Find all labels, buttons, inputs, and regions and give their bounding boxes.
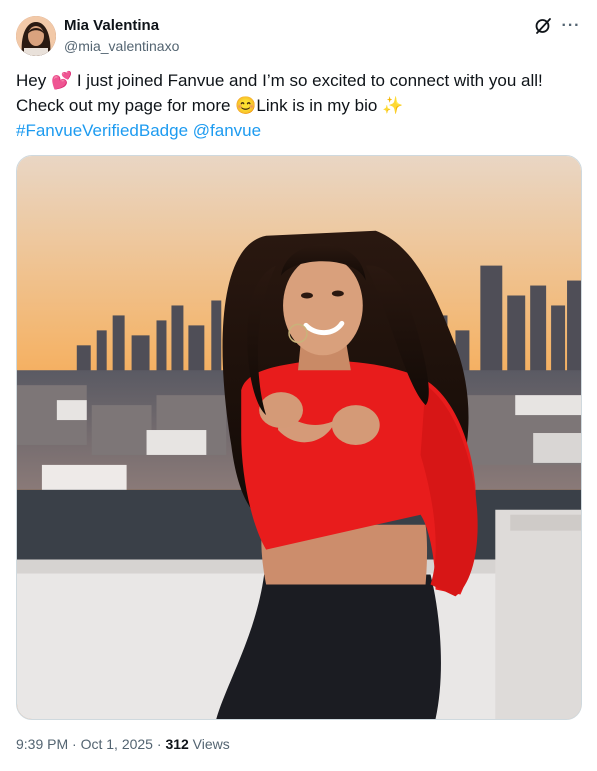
post-text-segment: Hey	[16, 71, 51, 90]
hashtag-link[interactable]: #FanvueVerifiedBadge	[16, 121, 188, 140]
post-image[interactable]	[16, 155, 582, 720]
post-text-segment: Link is in my bio	[256, 96, 383, 115]
heart-emoji-icon: 💕	[50, 71, 73, 90]
grok-icon[interactable]	[533, 16, 553, 36]
mention-link[interactable]: @fanvue	[193, 121, 261, 140]
post-header: Mia Valentina @mia_valentinaxo ···	[16, 14, 581, 58]
post-line-3: #FanvueVerifiedBadge @fanvue	[16, 118, 581, 143]
smile-emoji-icon: 😊	[235, 96, 257, 115]
post-line-1: Hey 💕 I just joined Fanvue and I’m so ex…	[16, 68, 581, 93]
views-count: 312	[165, 736, 189, 752]
more-icon[interactable]: ···	[561, 16, 581, 36]
author-name[interactable]: Mia Valentina	[64, 17, 159, 34]
post-text-segment: I just joined Fanvue and I’m so excited …	[72, 71, 543, 90]
post-text-segment: Check out my page for more	[16, 96, 236, 115]
post-date[interactable]: Oct 1, 2025	[81, 736, 153, 752]
sparkles-emoji-icon: ✨	[382, 96, 404, 115]
views-label: Views	[188, 736, 230, 752]
meta-separator: ·	[68, 736, 81, 752]
author-handle[interactable]: @mia_valentinaxo	[64, 38, 179, 54]
post-text: Hey 💕 I just joined Fanvue and I’m so ex…	[16, 68, 581, 143]
meta-separator: ·	[152, 736, 166, 752]
post-meta: 9:39 PM · Oct 1, 2025 · 312 Views	[16, 736, 230, 752]
avatar[interactable]	[16, 16, 56, 56]
post-time[interactable]: 9:39 PM	[16, 736, 68, 752]
post-line-2: Check out my page for more 😊Link is in m…	[16, 93, 581, 118]
